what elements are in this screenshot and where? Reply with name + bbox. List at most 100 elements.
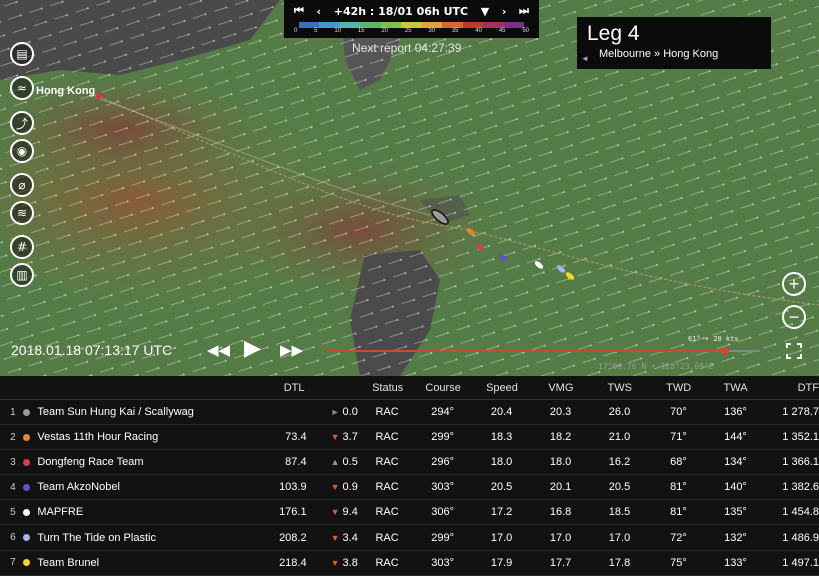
row-dtf: 1 366.1 (782, 456, 819, 469)
fast-forward-button[interactable]: ▶▶ (280, 341, 303, 359)
row-position: 5 (10, 506, 16, 518)
header-tws[interactable]: TWS (589, 382, 650, 394)
row-status: RAC (375, 531, 399, 544)
boat-mapfre (534, 261, 544, 269)
boat-vestas (466, 228, 476, 236)
team-name[interactable]: Team Brunel (37, 557, 228, 569)
row-course: 299° (431, 531, 454, 544)
delta-arrow-icon: ▼ (330, 532, 340, 543)
row-speed: 20.5 (490, 481, 513, 494)
header-twd[interactable]: TWD (650, 382, 707, 394)
header-dtl[interactable]: DTL (228, 382, 308, 394)
team-name[interactable]: Team Sun Hung Kai / Scallywag (37, 406, 228, 418)
row-twd: 68° (670, 456, 687, 469)
team-name[interactable]: Dongfeng Race Team (37, 456, 228, 468)
zoom-out-button[interactable]: − (782, 305, 806, 329)
row-course: 294° (431, 406, 454, 419)
cursor-coordinates: 17°00.76'N • 128°23.69'E (598, 362, 714, 371)
row-speed: 17.0 (490, 531, 513, 544)
table-row[interactable]: 5 MAPFRE 176.1 ▼ 9.4 RAC 306° 17.2 16.8 18.5 81° 13… (0, 500, 819, 526)
table-row[interactable]: 3 Dongfeng Race Team 87.4 ▲ 0.5 RAC 296° 18.0 18… (0, 450, 819, 476)
row-status: RAC (375, 406, 399, 419)
row-position: 4 (10, 481, 16, 493)
row-delta: ► 0.0 (307, 406, 360, 418)
team-color-dot (16, 433, 38, 441)
row-course: 299° (431, 431, 454, 444)
row-twd: 71° (670, 431, 687, 444)
row-tws: 26.0 (608, 406, 631, 419)
row-dtl: 73.4 (285, 431, 307, 444)
row-delta: ▼ 3.8 (307, 557, 360, 569)
row-twd: 81° (670, 481, 687, 494)
row-delta: ▼ 0.9 (307, 481, 360, 493)
row-dtf: 1 486.9 (782, 531, 819, 544)
header-speed[interactable]: Speed (472, 382, 533, 394)
header-vmg[interactable]: VMG (532, 382, 589, 394)
row-twa: 140° (724, 481, 747, 494)
row-position: 6 (10, 532, 16, 544)
row-twa: 133° (724, 556, 747, 569)
row-course: 303° (431, 481, 454, 494)
delta-arrow-icon: ▲ (330, 457, 340, 468)
team-color-dot (16, 483, 38, 491)
row-twa: 134° (724, 456, 747, 469)
team-name[interactable]: Turn The Tide on Plastic (37, 532, 228, 544)
row-twd: 72° (670, 531, 687, 544)
row-vmg: 17.7 (549, 556, 572, 569)
row-position: 3 (10, 456, 16, 468)
fullscreen-icon[interactable] (786, 343, 802, 359)
row-twd: 81° (670, 506, 687, 519)
team-color-dot (16, 559, 38, 567)
table-row[interactable]: 2 Vestas 11th Hour Racing 73.4 ▼ 3.7 RAC 299° 1… (0, 425, 819, 451)
boat-dongfeng (475, 243, 485, 251)
header-status[interactable]: Status (361, 382, 415, 394)
row-course: 303° (431, 556, 454, 569)
row-vmg: 20.1 (549, 481, 572, 494)
team-color-dot (16, 408, 38, 416)
team-name[interactable]: MAPFRE (37, 506, 228, 518)
delta-value: 3.7 (342, 431, 358, 444)
delta-value: 9.4 (342, 506, 358, 519)
row-speed: 20.4 (490, 406, 513, 419)
table-row[interactable]: 1 Team Sun Hung Kai / Scallywag ► 0.0 RAC 294… (0, 400, 819, 426)
row-twa: 135° (724, 506, 747, 519)
play-button[interactable]: ▶ (244, 336, 261, 361)
header-course[interactable]: Course (415, 382, 472, 394)
race-map[interactable]: ⏮ ‹ +42h : 18/01 06h UTC ▼ › ⏭ 0 5 10 15 20 2… (0, 0, 819, 376)
row-vmg: 20.3 (549, 406, 572, 419)
table-row[interactable]: 7 Team Brunel 218.4 ▼ 3.8 RAC 303° 17.9 17.7 17.8… (0, 551, 819, 576)
row-course: 296° (431, 456, 454, 469)
row-twa: 144° (724, 431, 747, 444)
rewind-button[interactable]: ◀◀ (207, 341, 230, 359)
row-vmg: 16.8 (549, 506, 572, 519)
team-color-dot (16, 458, 38, 466)
header-dtf[interactable]: DTF (764, 382, 819, 394)
row-position: 1 (10, 406, 16, 418)
header-twa[interactable]: TWA (707, 382, 764, 394)
row-twd: 70° (670, 406, 687, 419)
delta-arrow-icon: ▼ (330, 557, 340, 568)
row-speed: 17.9 (490, 556, 513, 569)
delta-value: 0.5 (342, 456, 358, 469)
row-status: RAC (375, 481, 399, 494)
team-name[interactable]: Team AkzoNobel (37, 481, 228, 493)
row-tws: 17.0 (608, 531, 631, 544)
row-speed: 18.0 (490, 456, 513, 469)
row-dtf: 1 454.8 (782, 506, 819, 519)
zoom-in-button[interactable]: + (782, 272, 806, 296)
table-row[interactable]: 6 Turn The Tide on Plastic 208.2 ▼ 3.4 RAC 299… (0, 525, 819, 551)
delta-arrow-icon: ▼ (330, 507, 340, 518)
row-status: RAC (375, 556, 399, 569)
hong-kong-marker (96, 93, 102, 99)
row-speed: 17.2 (490, 506, 513, 519)
row-twa: 132° (724, 531, 747, 544)
leaderboard-table: DTL Status Course Speed VMG TWS TWD TWA … (0, 376, 819, 576)
row-dtl: 218.4 (279, 556, 307, 569)
delta-arrow-icon: ▼ (330, 482, 340, 493)
delta-arrow-icon: ► (330, 407, 340, 418)
timeline-knob (721, 347, 729, 355)
table-row[interactable]: 4 Team AkzoNobel 103.9 ▼ 0.9 RAC 303° 20.5 20.1 2… (0, 475, 819, 501)
row-delta: ▼ 3.4 (307, 532, 360, 544)
boat-scallywag (431, 209, 449, 225)
team-name[interactable]: Vestas 11th Hour Racing (37, 431, 228, 443)
